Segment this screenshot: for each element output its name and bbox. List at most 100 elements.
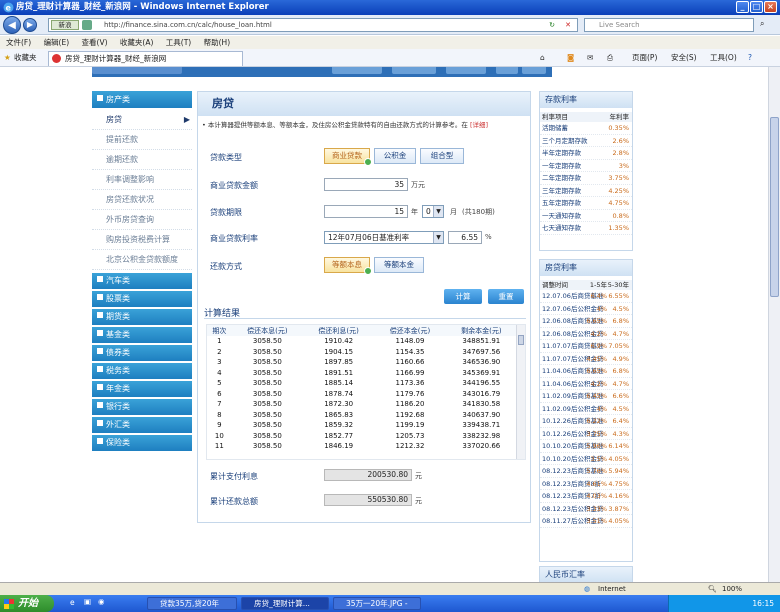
months-select[interactable]: 0 ▼ <box>422 205 444 218</box>
housing-rate-row[interactable]: 12.06.08后商贷基准 6.65% 6.8% <box>540 315 632 328</box>
deposit-rate-row[interactable]: 五年定期存款 4.75% <box>540 197 632 210</box>
loan-type-commercial[interactable]: 商业贷款 <box>324 148 372 166</box>
results-scrollbar[interactable] <box>516 325 525 459</box>
deposit-rate-row[interactable]: 一年定期存款 3% <box>540 160 632 172</box>
favorites-label[interactable]: 收藏夹 <box>14 49 37 67</box>
print-icon[interactable]: ⎙ <box>607 49 613 67</box>
rate-select[interactable]: 12年07月06日基准利率 ▼ <box>324 231 444 244</box>
help-icon[interactable]: ? <box>748 49 752 67</box>
housing-rate-row[interactable]: 11.02.09后公积金贷 4% 4.5% <box>540 403 632 415</box>
amount-input[interactable]: 35 <box>324 178 408 191</box>
method-equal-principal[interactable]: 等额本金 <box>374 257 424 273</box>
search-input[interactable]: Live Search <box>584 18 754 32</box>
safety-menu[interactable]: 安全(S) <box>671 49 697 67</box>
menu-tools[interactable]: 工具(T) <box>166 38 191 47</box>
page-menu[interactable]: 页面(P) <box>632 49 657 67</box>
ie-quicklaunch-icon[interactable]: e <box>70 598 75 607</box>
stop-icon[interactable]: ✕ <box>565 19 571 31</box>
browser-tab[interactable]: 房贷_理财计算器_财经_新浪网 <box>48 51 243 66</box>
forward-button[interactable]: ▶ <box>23 18 37 32</box>
housing-rate-row[interactable]: 10.12.26后公积金贷 3.75% 4.3% <box>540 428 632 440</box>
maximize-button[interactable]: □ <box>750 1 763 13</box>
loan-type-combo[interactable]: 组合型 <box>420 148 464 164</box>
mail-icon[interactable]: ✉ <box>587 49 593 67</box>
reset-button[interactable]: 重置 <box>488 289 524 304</box>
housing-rate-row[interactable]: 12.07.06后商贷基准 6.4% 6.55% <box>540 290 632 303</box>
calculate-button[interactable]: 计算 <box>444 289 482 304</box>
sidebar-category[interactable]: 期货类 <box>92 309 192 325</box>
sidebar-head[interactable]: 房产类 <box>92 91 192 108</box>
years-input[interactable]: 15 <box>324 205 408 218</box>
desktop-quicklaunch-icon[interactable]: ▣ <box>84 597 91 606</box>
sidebar-item[interactable]: 利率调整影响 <box>92 170 192 190</box>
search-go-icon[interactable]: ⌕ <box>760 19 764 29</box>
sidebar-category[interactable]: 股票类 <box>92 291 192 307</box>
sidebar-category[interactable]: 银行类 <box>92 399 192 415</box>
method-equal-installment[interactable]: 等额本息 <box>324 257 372 275</box>
page-scrollbar[interactable] <box>768 67 780 582</box>
zoom-icon[interactable]: 🔍︎ <box>708 583 717 595</box>
menu-help[interactable]: 帮助(H) <box>204 38 231 47</box>
loan-type-fund[interactable]: 公积金 <box>374 148 416 164</box>
refresh-icon[interactable]: ↻ <box>549 19 555 31</box>
deposit-rate-row[interactable]: 三年定期存款 4.25% <box>540 185 632 197</box>
housing-rate-row[interactable]: 08.12.23后商贷8折 4.61% 4.75% <box>540 478 632 490</box>
zoom-level[interactable]: 100% <box>722 583 742 595</box>
housing-rate-row[interactable]: 11.04.06后商贷基准 6.65% 6.8% <box>540 365 632 378</box>
sidebar-item[interactable]: 房贷还款状况 <box>92 190 192 210</box>
deposit-rate-row[interactable]: 半年定期存款 2.8% <box>540 147 632 160</box>
housing-rate-row[interactable]: 11.07.07后公积金贷 4.45% 4.9% <box>540 353 632 365</box>
housing-rate-row[interactable]: 11.02.09后商贷基准 6.45% 6.6% <box>540 390 632 403</box>
task-browser[interactable]: 房贷_理财计算... <box>241 597 329 610</box>
favorites-star-icon[interactable]: ★ <box>4 49 11 67</box>
menu-file[interactable]: 文件(F) <box>6 38 31 47</box>
sidebar-item[interactable]: 提前还款 <box>92 130 192 150</box>
minimize-button[interactable]: _ <box>736 1 749 13</box>
sidebar-item[interactable]: 北京公积金贷款额度 <box>92 250 192 270</box>
details-link[interactable]: [详细] <box>470 121 488 129</box>
feeds-icon[interactable]: ◙ <box>567 49 574 67</box>
menu-view[interactable]: 查看(V) <box>82 38 108 47</box>
housing-rate-row[interactable]: 10.12.26后商贷基准 6.22% 6.4% <box>540 415 632 428</box>
deposit-rate-row[interactable]: 七天通知存款 1.35% <box>540 222 632 235</box>
sidebar-category[interactable]: 税务类 <box>92 363 192 379</box>
results-scroll-thumb[interactable] <box>518 335 524 345</box>
menu-edit[interactable]: 编辑(E) <box>44 38 70 47</box>
sidebar-category[interactable]: 年金类 <box>92 381 192 397</box>
housing-rate-row[interactable]: 12.07.06后公积金贷 4% 4.5% <box>540 303 632 315</box>
sidebar-item[interactable]: 购房投资税费计算 <box>92 230 192 250</box>
sidebar-category[interactable]: 保险类 <box>92 435 192 451</box>
housing-rate-row[interactable]: 11.04.06后公积金贷 4.2% 4.7% <box>540 378 632 390</box>
task-image[interactable]: 35万一20年.JPG - <box>333 597 421 610</box>
sidebar-item[interactable]: 逾期还款 <box>92 150 192 170</box>
sidebar-category[interactable]: 债券类 <box>92 345 192 361</box>
home-icon[interactable]: ⌂ <box>540 49 545 67</box>
tools-menu[interactable]: 工具(O) <box>710 49 737 67</box>
deposit-rate-row[interactable]: 一天通知存款 0.8% <box>540 210 632 222</box>
housing-rate-row[interactable]: 08.12.23后商贷7折 4.03% 4.16% <box>540 490 632 503</box>
sina-tag[interactable]: 新浪 <box>51 20 79 30</box>
housing-rate-row[interactable]: 08.12.23后商贷基准 5.76% 5.94% <box>540 465 632 478</box>
task-doc[interactable]: 贷款35万,贷20年 <box>147 597 237 610</box>
page-scroll-thumb[interactable] <box>770 117 779 297</box>
address-field[interactable]: 新浪 http://finance.sina.com.cn/calc/house… <box>48 18 578 32</box>
sidebar-category[interactable]: 基金类 <box>92 327 192 343</box>
housing-rate-row[interactable]: 08.12.23后公积金贷 3.33% 3.87% <box>540 503 632 515</box>
housing-rate-row[interactable]: 10.10.20后公积金贷 3.5% 4.05% <box>540 453 632 465</box>
start-button[interactable]: 开始 <box>0 595 54 612</box>
sidebar-item-house-loan[interactable]: 房贷 ▶ <box>92 110 192 130</box>
housing-rate-row[interactable]: 10.10.20后商贷基准 5.96% 6.14% <box>540 440 632 453</box>
sidebar-item[interactable]: 外币房贷查询 <box>92 210 192 230</box>
address-url[interactable]: http://finance.sina.com.cn/calc/house_lo… <box>104 19 272 31</box>
deposit-rate-row[interactable]: 活期储蓄 0.35% <box>540 122 632 135</box>
sidebar-category[interactable]: 外汇类 <box>92 417 192 433</box>
housing-rate-row[interactable]: 12.06.08后公积金贷 4.2% 4.7% <box>540 328 632 340</box>
media-quicklaunch-icon[interactable]: ◉ <box>98 597 105 606</box>
rate-input[interactable]: 6.55 <box>448 231 482 244</box>
back-button[interactable]: ◀ <box>3 16 21 34</box>
housing-rate-row[interactable]: 11.07.07后商贷基准 6.9% 7.05% <box>540 340 632 353</box>
housing-rate-row[interactable]: 08.11.27后公积金贷 3.51% 4.05% <box>540 515 632 528</box>
sidebar-category[interactable]: 汽车类 <box>92 273 192 289</box>
deposit-rate-row[interactable]: 二年定期存款 3.75% <box>540 172 632 185</box>
deposit-rate-row[interactable]: 三个月定期存款 2.6% <box>540 135 632 147</box>
